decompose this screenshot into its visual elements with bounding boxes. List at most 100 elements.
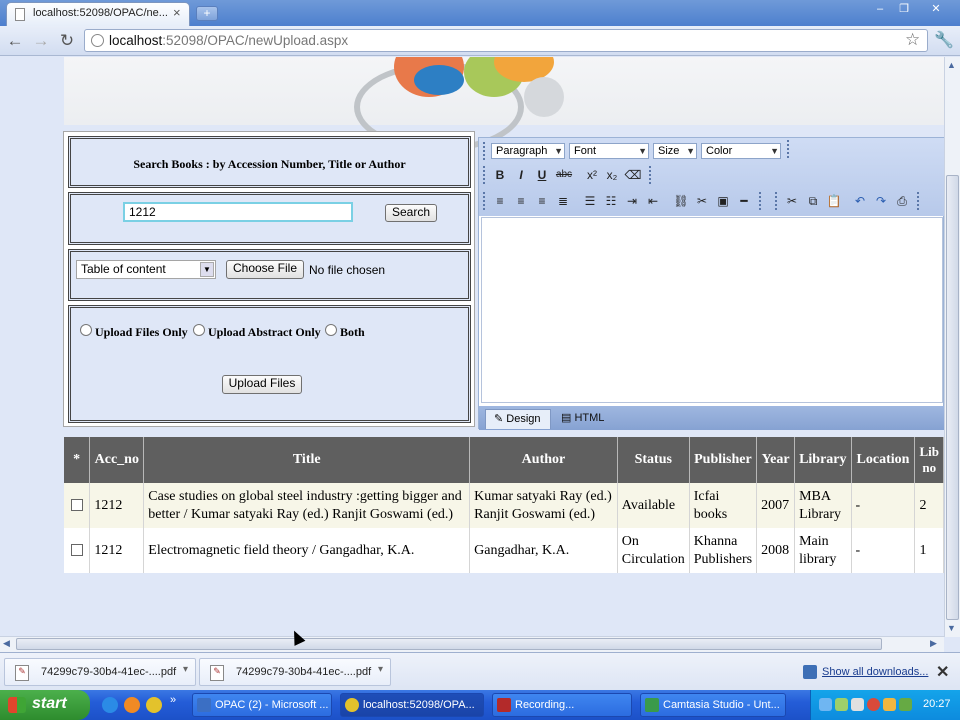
taskbar-item-recording[interactable]: Recording... (492, 693, 632, 717)
tab-design[interactable]: ✎ Design (485, 409, 551, 429)
forward-icon[interactable]: → (30, 30, 52, 52)
font-dropdown[interactable]: Font ▼ (569, 143, 649, 159)
column-header[interactable]: Acc_no (89, 437, 145, 483)
search-input[interactable]: 1212 (123, 202, 353, 222)
outdent-icon[interactable]: ⇤ (644, 192, 662, 210)
align-right-icon[interactable]: ≡ (533, 192, 551, 210)
radio-both[interactable] (325, 324, 337, 336)
tray-icon[interactable] (835, 698, 848, 711)
taskbar-item-chrome[interactable]: localhost:52098/OPA... (340, 693, 484, 717)
column-header[interactable]: Publisher (689, 437, 758, 483)
download-item[interactable]: ✎ 74299c79-30b4-41ec-....pdf ▾ (4, 658, 196, 686)
scroll-up-icon[interactable]: ▲ (947, 60, 956, 70)
paste-icon[interactable]: 📋 (825, 192, 843, 210)
new-tab-button[interactable]: + (196, 6, 218, 21)
row-checkbox[interactable] (70, 499, 83, 512)
wrench-icon[interactable]: 🔧 (934, 30, 954, 50)
upload-type-select[interactable]: Table of content ▼ (76, 260, 216, 279)
table-row: 1212 Case studies on global steel indust… (64, 483, 944, 528)
indent-icon[interactable]: ⇥ (623, 192, 641, 210)
taskbar-item-opac[interactable]: OPAC (2) - Microsoft ... (192, 693, 332, 717)
toolbar-grip[interactable] (917, 192, 921, 210)
justify-icon[interactable]: ≣ (554, 192, 572, 210)
print-icon[interactable]: ⎙ (893, 192, 911, 210)
clock[interactable]: 20:27 (923, 698, 951, 710)
taskbar-item-camtasia[interactable]: Camtasia Studio - Unt... (640, 693, 786, 717)
tray-icon[interactable] (899, 698, 912, 711)
tab-html[interactable]: ▤ HTML (553, 409, 613, 429)
align-center-icon[interactable]: ≡ (512, 192, 530, 210)
radio-upload-abstract-only[interactable] (193, 324, 205, 336)
back-icon[interactable]: ← (4, 30, 26, 52)
show-all-downloads-link[interactable]: Show all downloads... (822, 666, 928, 678)
reload-icon[interactable]: ↻ (56, 30, 78, 52)
choose-file-button[interactable]: Choose File (226, 260, 304, 279)
link-icon[interactable]: ⛓ (672, 192, 690, 210)
start-button[interactable]: start (0, 690, 90, 720)
scroll-right-icon[interactable]: ▶ (930, 638, 937, 649)
bold-icon[interactable]: B (491, 166, 509, 184)
undo-icon[interactable]: ↶ (851, 192, 869, 210)
eraser-icon[interactable]: ⌫ (624, 166, 642, 184)
copy-icon[interactable]: ⧉ (804, 192, 822, 210)
align-left-icon[interactable]: ≡ (491, 192, 509, 210)
minimize-icon[interactable]: – (872, 3, 888, 17)
scroll-down-icon[interactable]: ▼ (947, 623, 956, 633)
ie-quicklaunch-icon[interactable] (102, 697, 118, 713)
column-header[interactable]: Status (617, 437, 690, 483)
superscript-icon[interactable]: x² (583, 166, 601, 184)
redo-icon[interactable]: ↷ (872, 192, 890, 210)
browser-tab[interactable]: localhost:52098/OPAC/ne... × (6, 2, 190, 26)
toolbar-grip[interactable] (787, 140, 791, 158)
vertical-scroll-thumb[interactable] (946, 175, 959, 620)
toolbar-grip[interactable] (483, 142, 487, 160)
column-header[interactable]: Year (756, 437, 796, 483)
chrome-quicklaunch-icon[interactable] (146, 697, 162, 713)
firefox-quicklaunch-icon[interactable] (124, 697, 140, 713)
close-tab-icon[interactable]: × (173, 5, 181, 20)
italic-icon[interactable]: I (512, 166, 530, 184)
column-header[interactable]: Location (851, 437, 916, 483)
numbered-list-icon[interactable]: ☷ (602, 192, 620, 210)
column-header[interactable]: Title (143, 437, 471, 483)
restore-icon[interactable]: ❐ (896, 3, 912, 17)
record-tray-icon[interactable] (867, 698, 880, 711)
tray-icon[interactable] (883, 698, 896, 711)
color-dropdown[interactable]: Color ▼ (701, 143, 781, 159)
volume-tray-icon[interactable] (851, 698, 864, 711)
strikethrough-icon[interactable]: abc (555, 166, 573, 184)
toolbar-grip[interactable] (483, 192, 487, 210)
quicklaunch-more-icon[interactable]: » (170, 694, 176, 706)
chevron-down-icon[interactable]: ▾ (183, 664, 188, 675)
unlink-icon[interactable]: ✂ (693, 192, 711, 210)
toolbar-grip[interactable] (649, 166, 653, 184)
paragraph-dropdown[interactable]: Paragraph ▼ (491, 143, 565, 159)
download-item[interactable]: ✎ 74299c79-30b4-41ec-....pdf ▾ (199, 658, 391, 686)
bullet-list-icon[interactable]: ☰ (581, 192, 599, 210)
chevron-down-icon[interactable]: ▾ (378, 664, 383, 675)
subscript-icon[interactable]: x₂ (603, 166, 621, 184)
horizontal-scroll-thumb[interactable] (16, 638, 882, 650)
scroll-left-icon[interactable]: ◀ (3, 638, 10, 649)
network-tray-icon[interactable] (819, 698, 832, 711)
editor-content-area[interactable] (481, 217, 943, 403)
underline-icon[interactable]: U (533, 166, 551, 184)
toolbar-grip[interactable] (775, 192, 779, 210)
bookmark-star-icon[interactable]: ☆ (905, 30, 920, 50)
radio-upload-files-only[interactable] (80, 324, 92, 336)
column-header[interactable]: Library (794, 437, 852, 483)
column-header[interactable]: Lib no (914, 437, 944, 483)
toolbar-grip[interactable] (483, 166, 487, 184)
image-icon[interactable]: ▣ (714, 192, 732, 210)
size-dropdown[interactable]: Size ▼ (653, 143, 697, 159)
cut-icon[interactable]: ✂ (783, 192, 801, 210)
close-downloads-icon[interactable]: ✕ (936, 662, 949, 682)
row-checkbox[interactable] (70, 544, 83, 557)
search-button[interactable]: Search (385, 204, 437, 222)
close-window-icon[interactable]: ✕ (928, 3, 944, 17)
column-header[interactable]: Author (469, 437, 618, 483)
horizontal-rule-icon[interactable]: ━ (735, 192, 753, 210)
toolbar-grip[interactable] (759, 192, 763, 210)
address-bar[interactable]: localhost:52098/OPAC/newUpload.aspx ☆ (84, 29, 928, 52)
upload-files-button[interactable]: Upload Files (222, 375, 302, 394)
